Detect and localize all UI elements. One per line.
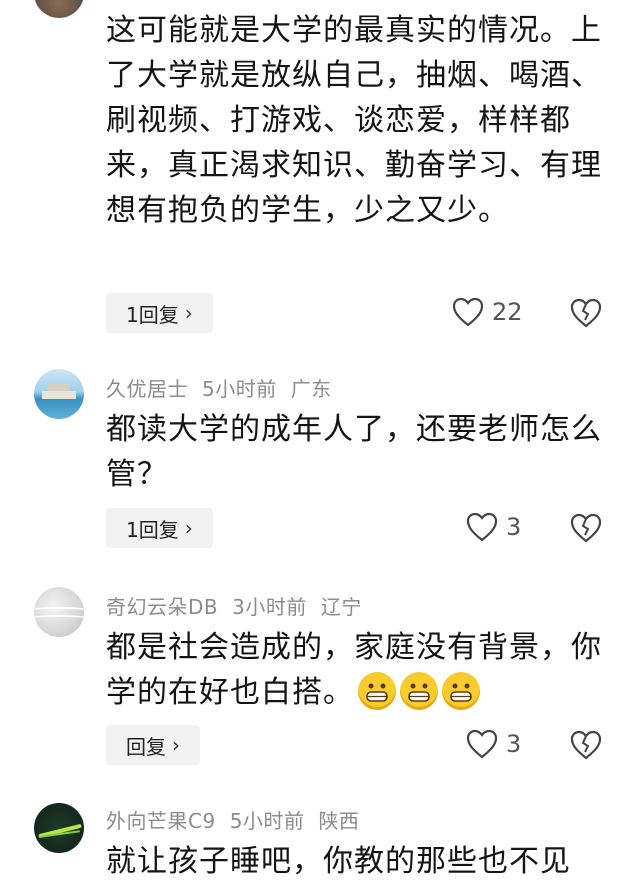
avatar[interactable] xyxy=(34,0,84,18)
timestamp: 3小时前 xyxy=(232,595,307,619)
like-button[interactable]: 3 xyxy=(466,512,521,542)
reply-label: 回复 xyxy=(126,734,166,759)
heart-outline-icon xyxy=(466,729,498,759)
grinning-face-emoji xyxy=(358,672,396,710)
grinning-face-emoji xyxy=(400,672,438,710)
reply-button[interactable]: 回复 › xyxy=(106,725,200,765)
chevron-right-icon: › xyxy=(172,733,180,757)
comment-meta: 久优居士 5小时前 广东 xyxy=(106,373,346,402)
reply-label: 1回复 xyxy=(126,517,179,542)
comment-text: 都读大学的成年人了，还要老师怎么管？ xyxy=(106,412,602,492)
reply-button[interactable]: 1回复 › xyxy=(106,508,213,548)
like-count: 3 xyxy=(506,730,522,758)
reply-button[interactable]: 1回复 › xyxy=(106,293,213,333)
like-count: 3 xyxy=(506,513,522,541)
comment-text-body: 都是社会造成的，家庭没有背景，你学的在好也白搭。 xyxy=(106,630,602,710)
heart-outline-icon xyxy=(466,512,498,542)
username[interactable]: 外向芒果C9 xyxy=(106,809,216,833)
avatar[interactable] xyxy=(34,587,84,637)
username[interactable]: 久优居士 xyxy=(106,377,188,401)
dislike-button[interactable] xyxy=(570,298,602,332)
comment-text: 这可能就是大学的最真实的情况。上了大学就是放纵自己，抽烟、喝酒、刷视频、打游戏、… xyxy=(106,13,602,228)
broken-heart-icon xyxy=(570,298,602,328)
username[interactable]: 奇幻云朵DB xyxy=(106,595,218,619)
heart-outline-icon xyxy=(452,297,484,327)
chevron-right-icon: › xyxy=(184,301,193,325)
like-count: 22 xyxy=(492,298,523,326)
comment-meta: 奇幻云朵DB 3小时前 辽宁 xyxy=(106,591,376,620)
timestamp: 5小时前 xyxy=(202,377,277,401)
location: 辽宁 xyxy=(320,595,362,619)
like-button[interactable]: 22 xyxy=(452,297,523,327)
chevron-right-icon: › xyxy=(184,516,193,540)
comment-meta: 外向芒果C9 5小时前 陕西 xyxy=(106,805,373,834)
broken-heart-icon xyxy=(570,730,602,760)
grinning-face-emoji xyxy=(442,672,480,710)
like-button[interactable]: 3 xyxy=(466,729,521,759)
dislike-button[interactable] xyxy=(570,513,602,547)
location: 陕西 xyxy=(318,809,360,833)
reply-label: 1回复 xyxy=(126,302,179,327)
avatar[interactable] xyxy=(34,369,84,419)
timestamp: 5小时前 xyxy=(229,809,305,833)
dislike-button[interactable] xyxy=(570,730,602,764)
comment-text: 都是社会造成的，家庭没有背景，你学的在好也白搭。 xyxy=(106,625,606,715)
comment-text: 就让孩子睡吧，你教的那些也不见 xyxy=(106,844,571,879)
location: 广东 xyxy=(290,377,332,401)
avatar[interactable] xyxy=(34,803,84,853)
broken-heart-icon xyxy=(570,513,602,543)
